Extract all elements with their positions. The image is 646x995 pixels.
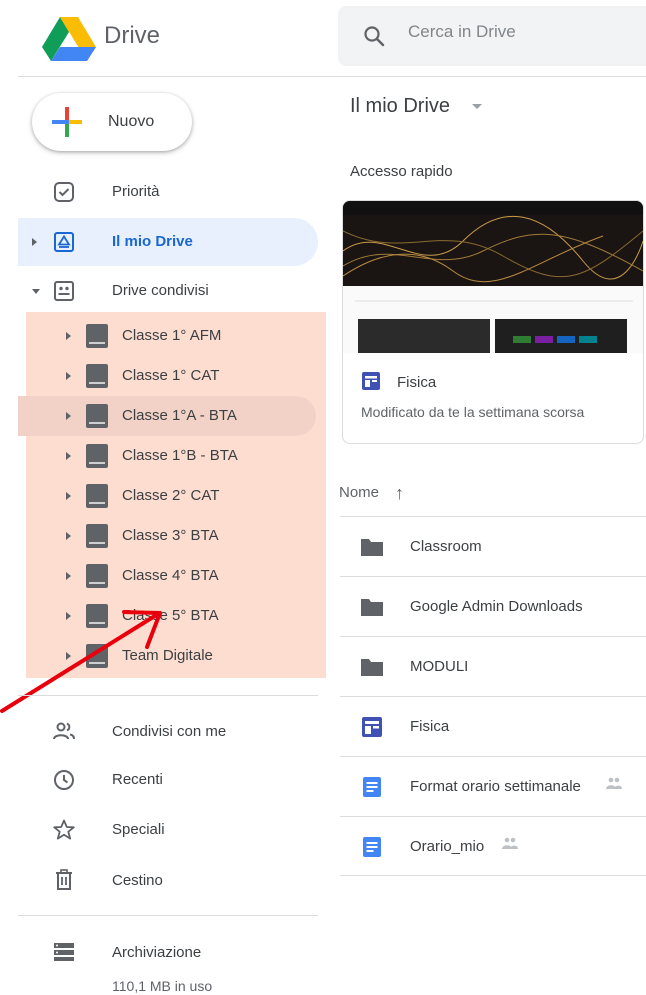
shared-drive-icon — [86, 324, 108, 348]
expand-caret-icon[interactable] — [32, 238, 37, 246]
shared-drive-icon — [86, 564, 108, 588]
nav-label-trash: Cestino — [112, 872, 163, 889]
nav-label-shared-drives: Drive condivisi — [112, 282, 209, 299]
shared-drive-item[interactable]: Classe 1°B - BTA — [60, 436, 320, 476]
nav-label-my-drive: Il mio Drive — [112, 233, 193, 250]
nav-item-trash[interactable]: Cestino — [0, 856, 318, 904]
nav-item-recent[interactable]: Recenti — [0, 756, 318, 804]
plus-icon — [52, 107, 82, 137]
shared-drive-label: Classe 1°A - BTA — [122, 407, 237, 424]
quick-access-heading: Accesso rapido — [350, 163, 453, 180]
nav-label-storage: Archiviazione — [112, 944, 202, 961]
google-docs-icon — [363, 837, 381, 857]
app-title: Drive — [104, 22, 161, 49]
expand-caret-icon[interactable] — [66, 532, 71, 540]
file-name: Classroom — [410, 538, 482, 555]
shared-drive-label: Classe 1°B - BTA — [122, 447, 238, 464]
shared-people-icon — [502, 837, 518, 849]
shared-drive-icon — [86, 484, 108, 508]
storage-usage-text: 110,1 MB in uso — [112, 978, 213, 994]
my-drive-icon — [54, 232, 74, 252]
shared-people-icon — [606, 777, 622, 789]
shared-drive-label: Classe 1° AFM — [122, 327, 222, 344]
nav-item-shared-drives[interactable]: Drive condivisi — [0, 268, 318, 316]
shared-drive-label: Classe 3° BTA — [122, 527, 219, 544]
file-row[interactable]: Classroom — [340, 516, 646, 577]
nav-item-storage[interactable]: Archiviazione — [0, 928, 318, 976]
file-row[interactable]: MODULI — [340, 636, 646, 697]
folder-icon — [361, 539, 383, 556]
file-name: Orario_mio — [410, 838, 485, 855]
people-icon — [53, 722, 75, 740]
expand-caret-icon[interactable] — [66, 332, 71, 340]
expand-caret-icon[interactable] — [66, 572, 71, 580]
arrow-up-icon[interactable]: ↑ — [395, 483, 404, 504]
expand-caret-icon[interactable] — [66, 372, 71, 380]
nav-item-starred[interactable]: Speciali — [0, 806, 318, 854]
quick-access-card[interactable]: Fisica Modificato da te la settimana sco… — [342, 200, 644, 444]
shared-drive-label: Classe 4° BTA — [122, 567, 219, 584]
shared-drive-item[interactable]: Classe 4° BTA — [60, 556, 320, 596]
shared-drive-label: Classe 1° CAT — [122, 367, 220, 384]
file-name: Fisica — [410, 718, 450, 735]
nav-label-starred: Speciali — [112, 821, 165, 838]
clock-icon — [54, 770, 74, 790]
shared-drive-icon — [86, 404, 108, 428]
collapse-caret-icon[interactable] — [32, 289, 40, 294]
new-button-label: Nuovo — [108, 113, 155, 130]
shared-drive-icon — [86, 444, 108, 468]
file-row[interactable]: Orario_mio — [340, 816, 646, 877]
annotation-arrow — [0, 610, 162, 713]
shared-drives-icon — [54, 281, 74, 301]
google-docs-icon — [363, 777, 381, 797]
quick-card-title: Fisica — [397, 374, 437, 391]
folder-icon — [361, 599, 383, 616]
priority-icon — [54, 182, 74, 202]
quick-card-subtitle: Modificato da te la settimana scorsa — [361, 404, 585, 420]
header-divider — [18, 76, 646, 77]
drive-logo — [42, 17, 96, 61]
site-preview-thumbnail — [343, 201, 643, 353]
file-name: Format orario settimanale — [410, 778, 581, 795]
nav-label-shared-with-me: Condivisi con me — [112, 723, 227, 740]
expand-caret-icon[interactable] — [66, 452, 71, 460]
title-dropdown-icon[interactable] — [472, 104, 482, 109]
shared-drive-item[interactable]: Classe 1° CAT — [60, 356, 320, 396]
search-icon[interactable] — [362, 24, 386, 48]
file-name: Google Admin Downloads — [410, 598, 583, 615]
new-button[interactable]: Nuovo — [32, 93, 192, 151]
storage-icon — [54, 943, 74, 961]
shared-drive-icon — [86, 364, 108, 388]
shared-drive-icon — [86, 524, 108, 548]
nav-item-shared-with-me[interactable]: Condivisi con me — [0, 707, 318, 755]
google-sites-icon — [362, 717, 382, 737]
nav-item-priority[interactable]: Priorità — [0, 168, 318, 216]
expand-caret-icon[interactable] — [66, 412, 71, 420]
sort-by-name-header[interactable]: Nome — [339, 484, 379, 501]
nav-divider — [18, 695, 318, 696]
page-title[interactable]: Il mio Drive — [350, 95, 450, 118]
file-row[interactable]: Format orario settimanale — [340, 756, 646, 817]
shared-drive-label: Classe 2° CAT — [122, 487, 220, 504]
google-sites-icon — [362, 372, 380, 390]
star-icon — [53, 819, 75, 840]
shared-drive-item[interactable]: Classe 1° AFM — [60, 316, 320, 356]
nav-label-priority: Priorità — [112, 183, 160, 200]
file-list-bottom-border — [340, 875, 646, 876]
expand-caret-icon[interactable] — [66, 492, 71, 500]
folder-icon — [361, 659, 383, 676]
nav-item-my-drive[interactable]: Il mio Drive — [0, 218, 318, 266]
nav-label-recent: Recenti — [112, 771, 163, 788]
file-row[interactable]: Google Admin Downloads — [340, 576, 646, 637]
trash-icon — [56, 869, 72, 890]
shared-drive-item[interactable]: Classe 1°A - BTA — [60, 396, 320, 436]
nav-divider — [18, 915, 318, 916]
search-input[interactable] — [408, 22, 628, 42]
file-row[interactable]: Fisica — [340, 696, 646, 757]
file-name: MODULI — [410, 658, 469, 675]
shared-drive-item[interactable]: Classe 2° CAT — [60, 476, 320, 516]
shared-drive-item[interactable]: Classe 3° BTA — [60, 516, 320, 556]
